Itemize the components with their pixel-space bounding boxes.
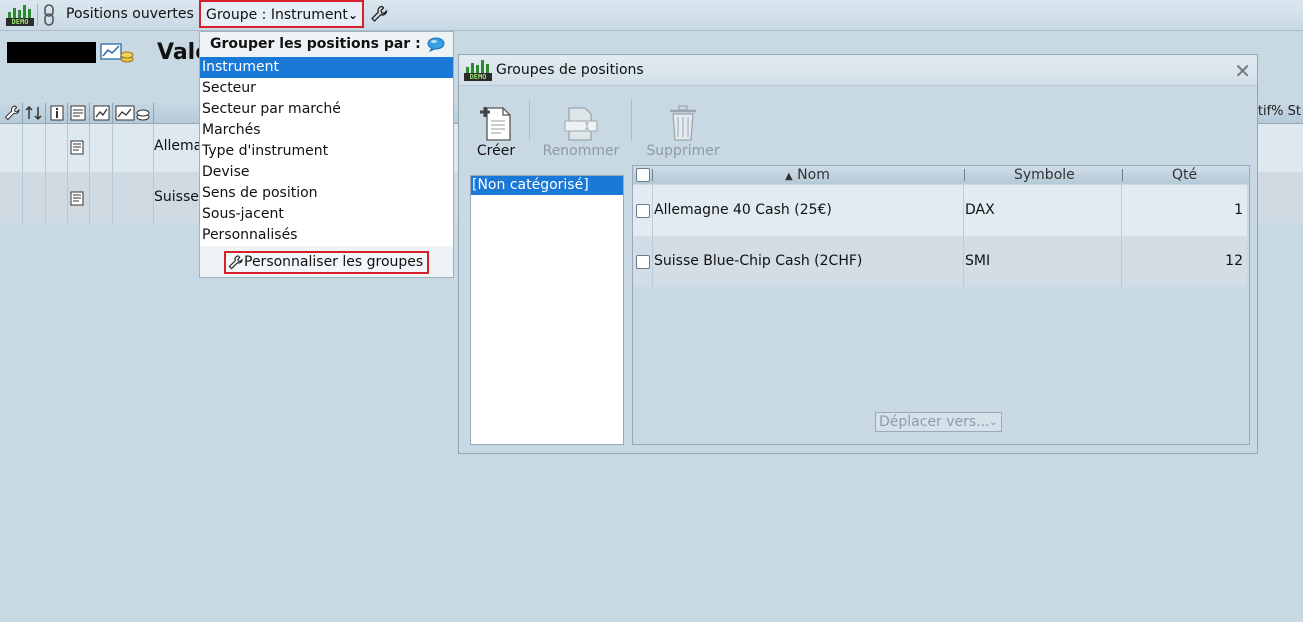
groups-list: [Non catégorisé] (470, 175, 624, 445)
rename-button[interactable]: Renommer (541, 103, 621, 159)
document-icon[interactable] (70, 191, 84, 206)
wrench-icon (228, 255, 243, 270)
menu-item[interactable]: Secteur (200, 78, 453, 99)
toolbar-divider (529, 99, 530, 141)
menu-header: Grouper les positions par : (210, 36, 421, 52)
positions-table: ▲ Nom Symbole Qté Allemagne 40 Cash (25€… (632, 165, 1250, 445)
demo-logo-icon: DEMO (5, 4, 35, 26)
table-row[interactable]: Allemagne 40 Cash (25€) DAX 1 (633, 185, 1247, 236)
menu-item[interactable]: Secteur par marché (200, 99, 453, 120)
cell-qty: 12 (1225, 253, 1243, 269)
chevron-down-icon: ⌄ (347, 8, 358, 22)
toolbar-divider (37, 4, 38, 26)
position-name: Allema (154, 138, 203, 154)
column-header-name[interactable]: ▲ Nom (785, 166, 830, 186)
menu-item[interactable]: Personnalisés (200, 225, 453, 246)
sort-ascending-icon: ▲ (785, 171, 793, 182)
trash-icon (670, 105, 696, 141)
delete-label: Supprimer (646, 143, 720, 159)
create-label: Créer (476, 143, 516, 159)
info-icon[interactable] (50, 105, 64, 121)
group-by-options: Instrument Secteur Secteur par marché March… (200, 57, 453, 246)
open-positions-tab[interactable]: Positions ouvertes (66, 6, 194, 22)
toolbar-divider (631, 99, 632, 141)
menu-item[interactable]: Sous-jacent (200, 204, 453, 225)
select-all-checkbox[interactable] (636, 168, 650, 182)
cell-name: Allemagne 40 Cash (25€) (654, 202, 832, 218)
rename-icon (564, 107, 598, 141)
wrench-icon[interactable] (370, 5, 388, 23)
sort-arrows-icon[interactable] (25, 105, 43, 121)
new-document-icon (480, 107, 511, 141)
menu-item[interactable]: Sens de position (200, 183, 453, 204)
column-header-fragment: tif% St (1257, 104, 1301, 119)
table-header: ▲ Nom Symbole Qté (633, 166, 1249, 184)
rename-label: Renommer (542, 143, 620, 159)
chevron-down-icon: ⌄ (988, 415, 998, 428)
demo-logo-tag: DEMO (464, 73, 492, 81)
menu-item[interactable]: Instrument (200, 57, 453, 78)
cell-symbol: SMI (965, 253, 991, 269)
dialog-title: Groupes de positions (496, 62, 644, 78)
document-icon[interactable] (70, 105, 86, 121)
demo-logo-icon: DEMO (463, 59, 493, 81)
link-icon[interactable] (41, 4, 57, 26)
group-by-menu: Grouper les positions par : Instrument Se… (199, 31, 454, 278)
table-row[interactable]: Suisse Blue-Chip Cash (2CHF) SMI 12 (633, 236, 1247, 287)
create-button[interactable]: Créer (469, 103, 523, 159)
customize-groups-label: Personnaliser les groupes (244, 254, 424, 270)
demo-logo-tag: DEMO (6, 18, 34, 26)
wrench-icon[interactable] (4, 105, 20, 121)
dialog-titlebar[interactable]: DEMO Groupes de positions ✕ (459, 55, 1257, 86)
column-header-symbol[interactable]: Symbole (1014, 166, 1075, 184)
document-icon[interactable] (70, 140, 84, 155)
chart-coins-icon[interactable] (100, 42, 134, 64)
position-groups-dialog: DEMO Groupes de positions ✕ Créer Renomm… (458, 54, 1258, 454)
chat-bubble-icon[interactable] (427, 37, 445, 52)
customize-groups-button[interactable]: Personnaliser les groupes (224, 251, 429, 274)
cell-qty: 1 (1234, 202, 1243, 218)
column-header-qty[interactable]: Qté (1172, 166, 1197, 184)
row-checkbox[interactable] (636, 204, 650, 218)
close-icon[interactable]: ✕ (1234, 59, 1251, 83)
menu-item[interactable]: Devise (200, 162, 453, 183)
redacted-account-block (7, 42, 96, 63)
chart-icon[interactable] (93, 105, 110, 121)
row-checkbox[interactable] (636, 255, 650, 269)
move-to-select[interactable]: Déplacer vers... ⌄ (875, 412, 1002, 432)
menu-item[interactable]: Marchés (200, 120, 453, 141)
top-toolbar: DEMO Positions ouvertes Groupe : Instrum… (0, 0, 1303, 31)
list-item[interactable]: [Non catégorisé] (471, 176, 623, 195)
cell-name: Suisse Blue-Chip Cash (2CHF) (654, 253, 863, 269)
delete-button[interactable]: Supprimer (643, 103, 723, 159)
position-name: Suisse (154, 189, 199, 205)
cell-symbol: DAX (965, 202, 995, 218)
group-by-dropdown-label: Groupe : Instrument (206, 7, 348, 23)
menu-item[interactable]: Type d'instrument (200, 141, 453, 162)
group-by-dropdown[interactable]: Groupe : Instrument ⌄ (199, 0, 364, 28)
chart-coins-icon[interactable] (115, 105, 151, 121)
